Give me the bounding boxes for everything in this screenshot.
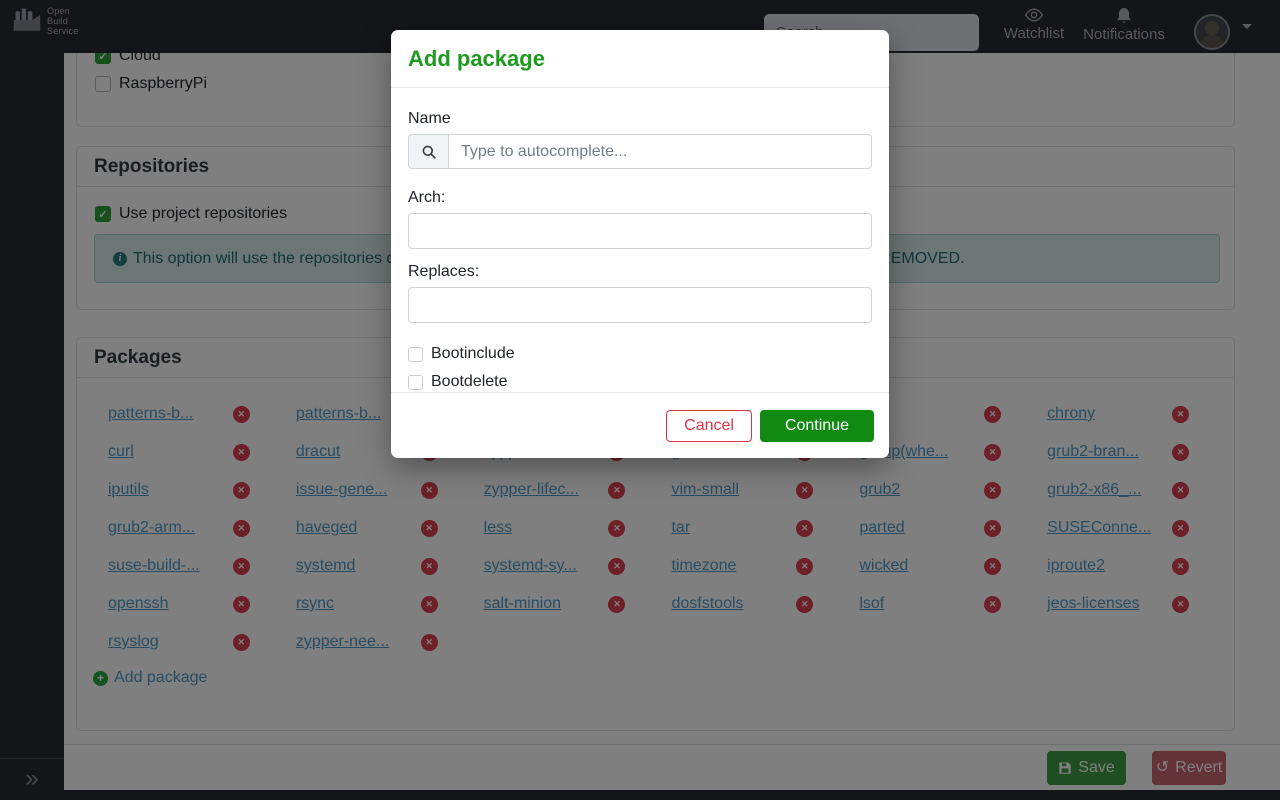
- cancel-button[interactable]: Cancel: [666, 410, 752, 442]
- modal-title: Add package: [408, 46, 545, 72]
- replaces-label: Replaces:: [408, 263, 872, 281]
- name-label: Name: [408, 110, 872, 128]
- arch-label: Arch:: [408, 189, 872, 207]
- autocomplete-search-icon: [408, 134, 448, 169]
- modal-footer: Cancel Continue: [391, 392, 889, 458]
- continue-button[interactable]: Continue: [760, 410, 874, 442]
- arch-input[interactable]: [408, 213, 872, 249]
- modal-checkbox-list: Bootinclude Bootdelete: [408, 345, 872, 391]
- modal-body: Name Arch: Replaces: Bootinclude Bootdele…: [391, 88, 889, 391]
- replaces-input[interactable]: [408, 287, 872, 323]
- bootdelete-label: Bootdelete: [431, 373, 508, 391]
- modal-checkbox-row: Bootinclude: [408, 345, 872, 363]
- modal-checkbox-row: Bootdelete: [408, 373, 872, 391]
- modal-header: Add package: [391, 30, 889, 88]
- bootdelete-checkbox[interactable]: [408, 375, 423, 390]
- bootinclude-label: Bootinclude: [431, 345, 515, 363]
- package-name-input[interactable]: [448, 134, 872, 169]
- name-input-group: [408, 134, 872, 169]
- add-package-modal: Add package Name Arch: Replaces: Bootinc…: [391, 30, 889, 458]
- bootinclude-checkbox[interactable]: [408, 347, 423, 362]
- screen: CloudRaspberryPi Repositories Use projec…: [0, 0, 1280, 800]
